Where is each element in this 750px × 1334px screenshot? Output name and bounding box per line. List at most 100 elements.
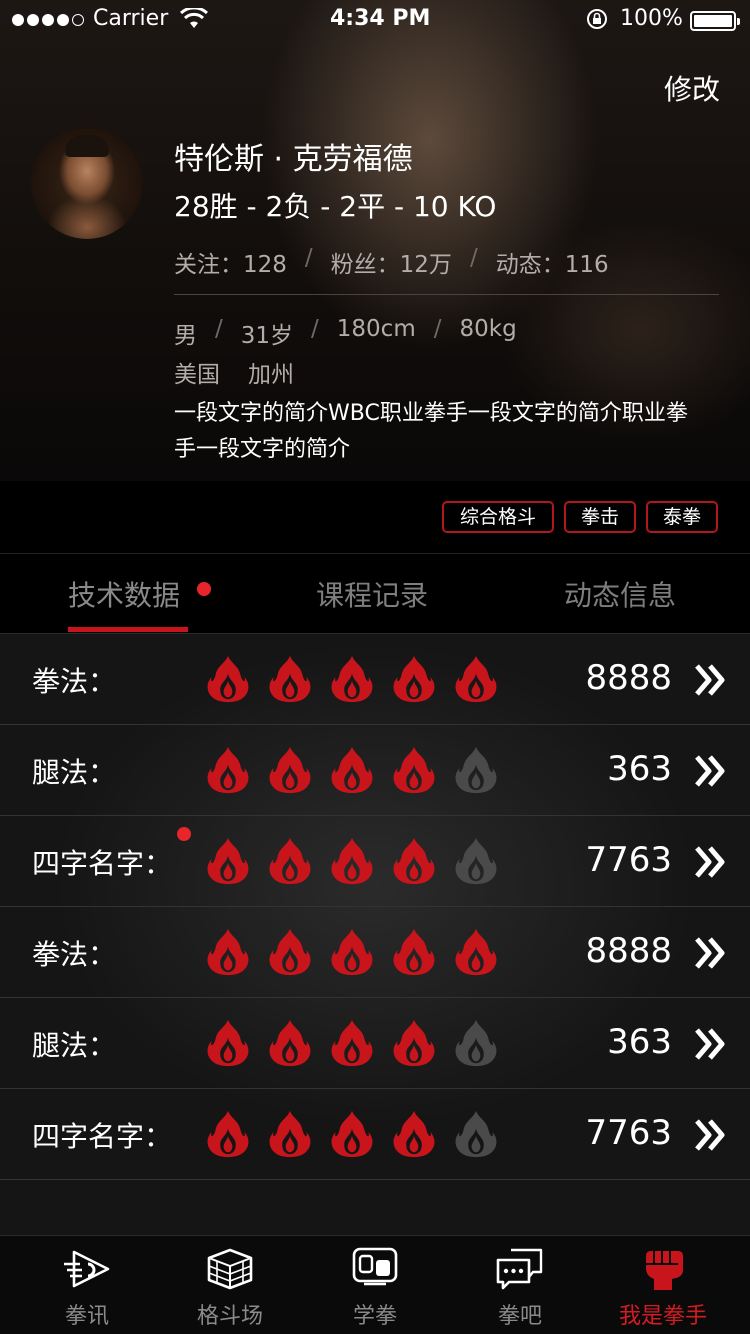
flame-icon-filled bbox=[393, 1110, 435, 1158]
tag-mma[interactable]: 综合格斗 bbox=[442, 501, 554, 533]
flame-icon-filled bbox=[269, 655, 311, 703]
ring-icon bbox=[207, 1248, 253, 1290]
double-chevron-right-icon[interactable] bbox=[694, 663, 728, 697]
fist-icon bbox=[646, 1251, 683, 1290]
following-count[interactable]: 关注：128 bbox=[174, 245, 287, 279]
flame-icon-filled bbox=[393, 1019, 435, 1067]
separator: / bbox=[433, 316, 442, 342]
skill-row[interactable]: 腿法： 363 bbox=[0, 725, 750, 816]
skill-label: 四字名字： bbox=[32, 1120, 173, 1153]
flame-icon-filled bbox=[269, 1110, 311, 1158]
body-info: 男 / 31岁 / 180cm / 80kg bbox=[174, 316, 517, 350]
rotation-lock-icon bbox=[587, 9, 607, 29]
flame-icon-filled bbox=[331, 1019, 373, 1067]
double-chevron-right-icon[interactable] bbox=[694, 754, 728, 788]
flame-icon-filled bbox=[207, 928, 249, 976]
flame-icon-filled bbox=[393, 837, 435, 885]
status-bar: Carrier 4:34 PM 100% bbox=[0, 0, 750, 40]
skill-label: 腿法： bbox=[32, 1029, 117, 1062]
tabbar-label: 拳吧 bbox=[497, 1304, 542, 1329]
fighter-name: 特伦斯 · 克劳福德 bbox=[174, 142, 413, 177]
skill-row[interactable]: 拳法： 8888 bbox=[0, 907, 750, 998]
style-tags: 综合格斗 拳击 泰拳 bbox=[0, 481, 750, 554]
skill-row[interactable]: 四字名字： 7763 bbox=[0, 1089, 750, 1180]
tag-boxing[interactable]: 拳击 bbox=[564, 501, 636, 533]
clock: 4:34 PM bbox=[330, 6, 431, 31]
flame-icon-filled bbox=[269, 837, 311, 885]
separator: / bbox=[304, 245, 313, 271]
edit-button[interactable]: 修改 bbox=[664, 68, 720, 108]
flame-icon-filled bbox=[331, 928, 373, 976]
bio-text: 一段文字的简介WBC职业拳手一段文字的简介职业拳手一段文字的简介 bbox=[174, 401, 688, 462]
fight-record: 28胜 - 2负 - 2平 - 10 KO bbox=[174, 190, 497, 223]
tabbar-forum[interactable]: 拳吧 bbox=[445, 1236, 595, 1334]
flame-icon-filled bbox=[207, 1019, 249, 1067]
flame-icon-filled bbox=[269, 1019, 311, 1067]
skill-row[interactable]: 四字名字： 7763 bbox=[0, 816, 750, 907]
skill-label: 四字名字： bbox=[32, 847, 173, 880]
flame-icon-filled bbox=[207, 655, 249, 703]
flame-icon-filled bbox=[393, 746, 435, 794]
skill-row[interactable]: 拳法： 8888 bbox=[0, 634, 750, 725]
tab-activity[interactable]: 动态信息 bbox=[564, 574, 676, 614]
chat-icon bbox=[496, 1248, 543, 1290]
double-chevron-right-icon[interactable] bbox=[694, 936, 728, 970]
fans-count[interactable]: 粉丝：12万 bbox=[331, 245, 452, 279]
skill-value: 7763 bbox=[585, 1113, 672, 1153]
double-chevron-right-icon[interactable] bbox=[694, 1027, 728, 1061]
avatar[interactable] bbox=[31, 127, 143, 239]
flame-icon-filled bbox=[331, 746, 373, 794]
tabbar-label: 格斗场 bbox=[196, 1304, 263, 1329]
flame-icon-filled bbox=[455, 928, 497, 976]
carrier-label: Carrier bbox=[93, 6, 169, 31]
notification-dot bbox=[197, 582, 211, 596]
flame-icon-filled bbox=[393, 655, 435, 703]
tab-course-records[interactable]: 课程记录 bbox=[316, 574, 428, 614]
flame-icon-filled bbox=[269, 928, 311, 976]
flame-icon-filled bbox=[331, 1110, 373, 1158]
tabbar-label: 我是拳手 bbox=[618, 1304, 707, 1329]
social-stats: 关注：128 / 粉丝：12万 / 动态：116 bbox=[174, 245, 609, 279]
flame-icon-empty bbox=[455, 746, 497, 794]
location: 美国 加州 bbox=[174, 355, 294, 389]
skill-rating bbox=[205, 836, 499, 886]
news-icon bbox=[64, 1250, 110, 1288]
skill-rating bbox=[205, 745, 499, 795]
age: 31岁 bbox=[240, 323, 294, 349]
profile-header: Carrier 4:34 PM 100% 修改 特伦斯 · 克劳福德 28胜 -… bbox=[0, 0, 750, 481]
skill-label: 腿法： bbox=[32, 756, 117, 789]
tabbar-ring[interactable]: 格斗场 bbox=[155, 1236, 305, 1334]
wifi-icon bbox=[180, 8, 208, 28]
tabbar-label: 拳讯 bbox=[64, 1304, 109, 1329]
tabbar-news[interactable]: 拳讯 bbox=[12, 1236, 162, 1334]
bottom-tab-bar: 拳讯 格斗场 学拳 拳吧 我是拳手 bbox=[0, 1235, 750, 1334]
posts-count[interactable]: 动态：116 bbox=[496, 245, 609, 279]
skill-row[interactable]: 腿法： 363 bbox=[0, 998, 750, 1089]
skill-rating bbox=[205, 1018, 499, 1068]
flame-icon-filled bbox=[207, 746, 249, 794]
double-chevron-right-icon[interactable] bbox=[694, 1118, 728, 1152]
flame-icon-filled bbox=[455, 655, 497, 703]
flame-icon-filled bbox=[207, 1110, 249, 1158]
tabbar-me[interactable]: 我是拳手 bbox=[588, 1236, 738, 1334]
learn-icon bbox=[352, 1247, 398, 1286]
skill-rating bbox=[205, 927, 499, 977]
skill-label: 拳法： bbox=[32, 665, 117, 698]
signal-icon bbox=[12, 14, 84, 26]
tab-tech-data[interactable]: 技术数据 bbox=[68, 574, 180, 614]
battery-icon bbox=[690, 11, 740, 31]
flame-icon-filled bbox=[331, 655, 373, 703]
double-chevron-right-icon[interactable] bbox=[694, 845, 728, 879]
skill-label: 拳法： bbox=[32, 938, 117, 971]
content-tabs: 技术数据 课程记录 动态信息 bbox=[0, 554, 750, 634]
height: 180cm bbox=[336, 316, 416, 342]
flame-icon-filled bbox=[269, 746, 311, 794]
tabbar-learn[interactable]: 学拳 bbox=[300, 1236, 450, 1334]
region: 加州 bbox=[248, 362, 294, 388]
flame-icon-filled bbox=[207, 837, 249, 885]
separator: / bbox=[311, 316, 319, 342]
flame-icon-empty bbox=[455, 1019, 497, 1067]
tag-muay-thai[interactable]: 泰拳 bbox=[646, 501, 718, 533]
flame-icon-empty bbox=[455, 1110, 497, 1158]
battery-percent: 100% bbox=[620, 6, 683, 31]
